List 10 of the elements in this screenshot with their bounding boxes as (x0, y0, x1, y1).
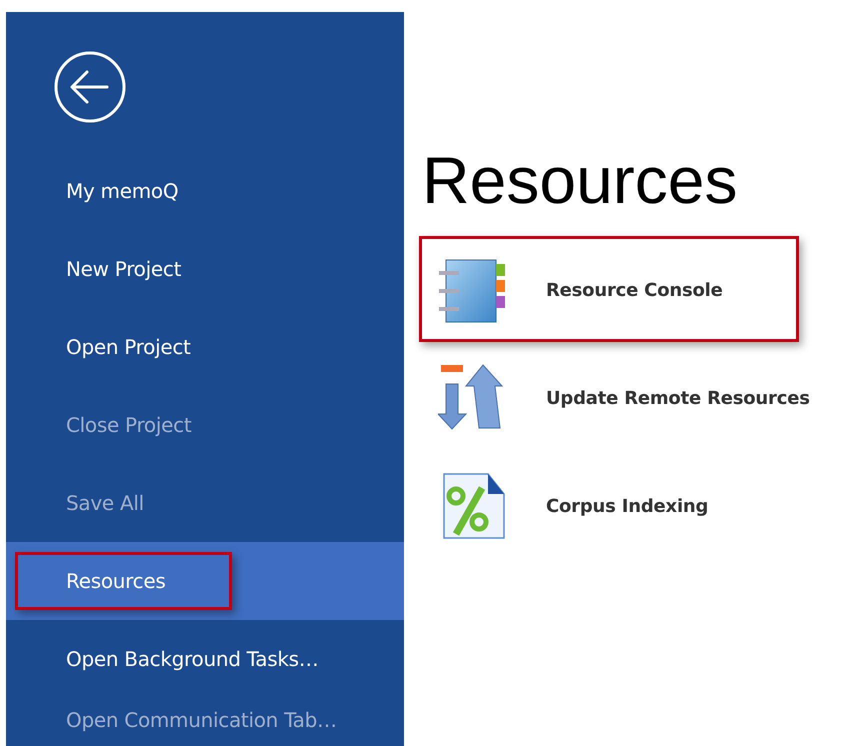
menu-item[interactable]: Open Project (6, 308, 404, 386)
menu-item[interactable]: My memoQ (6, 152, 404, 230)
menu-item[interactable]: Open Background Tasks… (6, 620, 404, 698)
menu-item[interactable]: Resources (6, 542, 404, 620)
resource-item[interactable]: Corpus Indexing (420, 472, 708, 540)
back-button[interactable] (53, 50, 127, 124)
resource-item[interactable]: Resource Console (420, 256, 723, 324)
resource-item[interactable]: Update Remote Resources (420, 364, 810, 432)
menu-item[interactable]: New Project (6, 230, 404, 308)
page-title: Resources (422, 142, 738, 219)
